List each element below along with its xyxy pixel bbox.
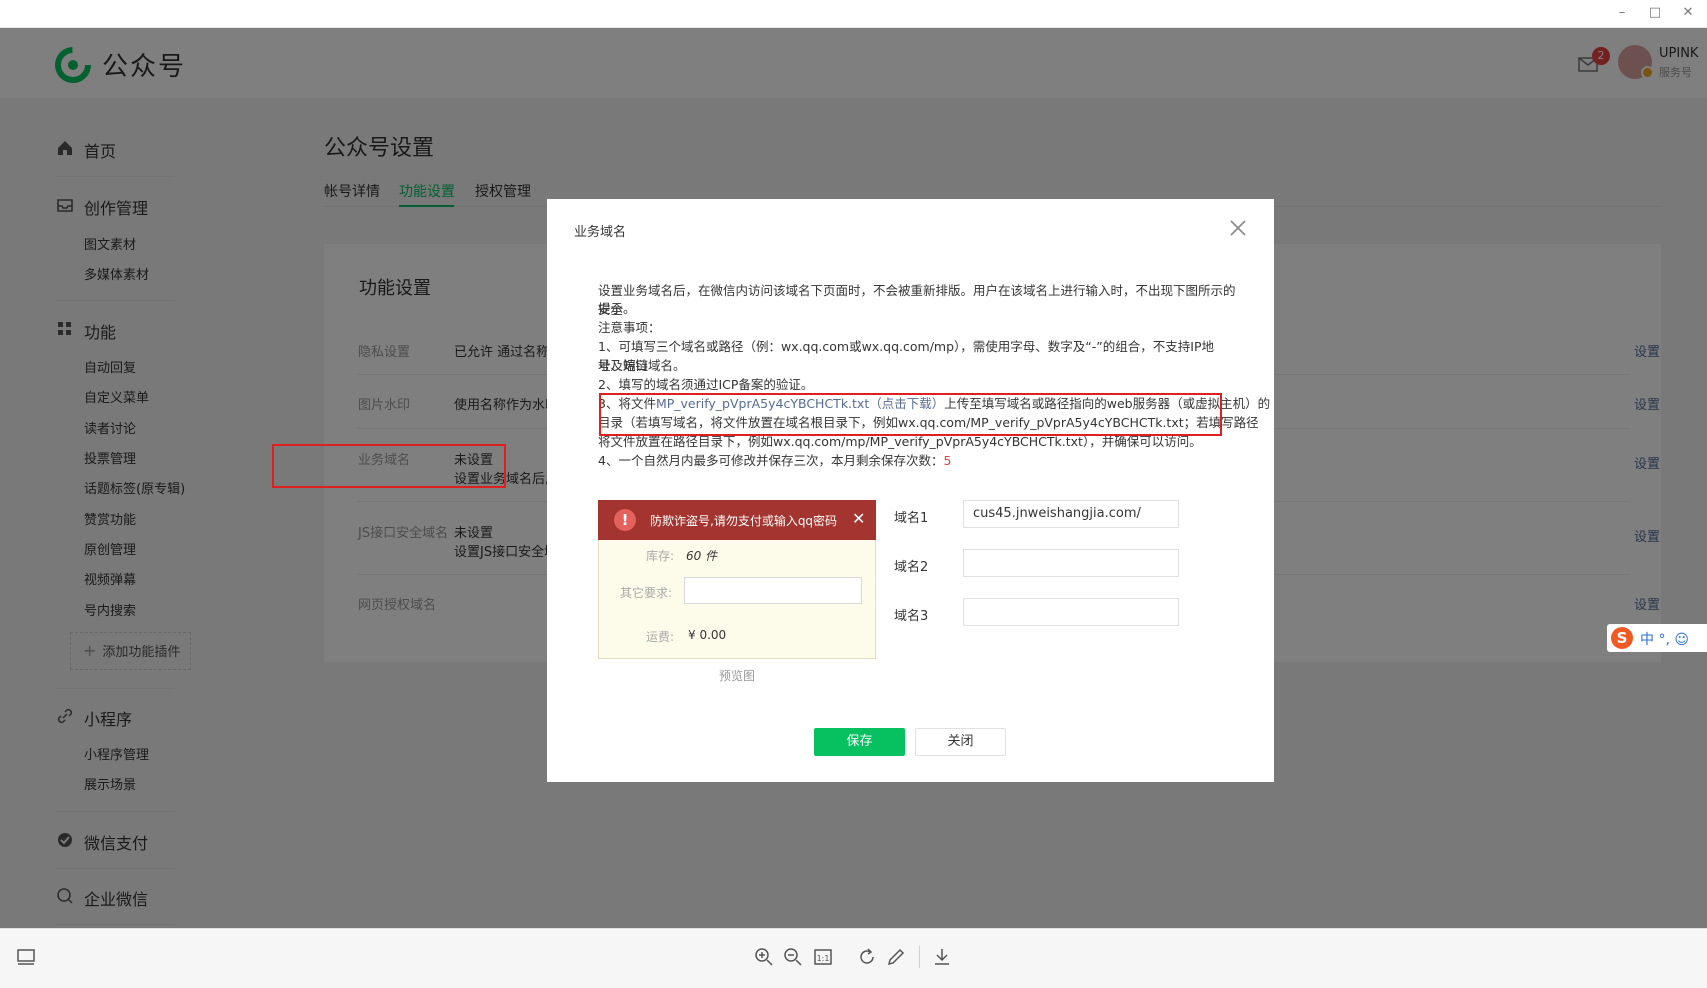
save-button[interactable]: 保存 [814, 728, 905, 756]
dialog-item2: 2、填写的域名须通过ICP备案的验证。 [598, 377, 814, 392]
dialog-title: 业务域名 [574, 225, 627, 240]
dialog-notice-heading: 注意事项： [598, 320, 661, 335]
domain3-label: 域名3 [894, 609, 929, 624]
viewer-toolbar [0, 928, 1707, 988]
toolbar-separator [919, 946, 920, 968]
highlight-box-business-domain [272, 444, 506, 488]
warning-text: 防欺诈盗号,请勿支付或输入qq密码 [650, 514, 838, 528]
preview-shipping-value: ¥ 0.00 [688, 628, 727, 642]
preview-shipping-label: 运费: [646, 630, 675, 644]
close-button[interactable]: 关闭 [915, 728, 1006, 756]
domain1-input[interactable]: cus45.jnweishangjia.com/ [963, 500, 1179, 528]
warning-close-icon: ✕ [852, 509, 866, 528]
svg-text:1:1: 1:1 [817, 954, 830, 963]
domain1-label: 域名1 [894, 511, 929, 526]
preview-stock-label: 库存: [646, 549, 675, 563]
ime-status[interactable]: 中 °, ☺ [1640, 629, 1689, 649]
maximize-button[interactable]: □ [1645, 4, 1665, 22]
sogou-ime-icon[interactable]: S [1611, 627, 1633, 649]
download-icon[interactable] [931, 946, 953, 968]
actual-size-icon[interactable]: 1:1 [812, 946, 834, 968]
window-titlebar [0, 0, 1707, 28]
zoom-in-icon[interactable] [753, 946, 775, 968]
dialog-intro-line2: 提示。 [598, 301, 636, 316]
preview-other-input [684, 577, 862, 604]
thumbnail-panel-icon[interactable] [15, 946, 37, 968]
highlight-box-verify-file [599, 393, 1222, 436]
warning-icon: ! [614, 509, 636, 531]
edit-icon[interactable] [885, 946, 907, 968]
dialog-item1-line2: 号及短链域名。 [598, 358, 686, 373]
preview-caption: 预览图 [719, 669, 756, 683]
domain2-input[interactable] [963, 549, 1179, 577]
preview-other-label: 其它要求: [620, 586, 673, 600]
dialog-item4: 4、一个自然月内最多可修改并保存三次，本月剩余保存次数：5 [598, 452, 1238, 471]
rotate-icon[interactable] [856, 946, 878, 968]
item4-text: 4、一个自然月内最多可修改并保存三次，本月剩余保存次数： [598, 453, 944, 468]
minimize-button[interactable]: – [1612, 4, 1632, 22]
close-icon[interactable] [1228, 218, 1248, 238]
close-window-button[interactable]: ✕ [1678, 4, 1698, 22]
preview-stock-value: 60 件 [686, 549, 718, 563]
domain2-label: 域名2 [894, 560, 929, 575]
remaining-save-count: 5 [943, 453, 952, 468]
zoom-out-icon[interactable] [782, 946, 804, 968]
domain3-input[interactable] [963, 598, 1179, 626]
